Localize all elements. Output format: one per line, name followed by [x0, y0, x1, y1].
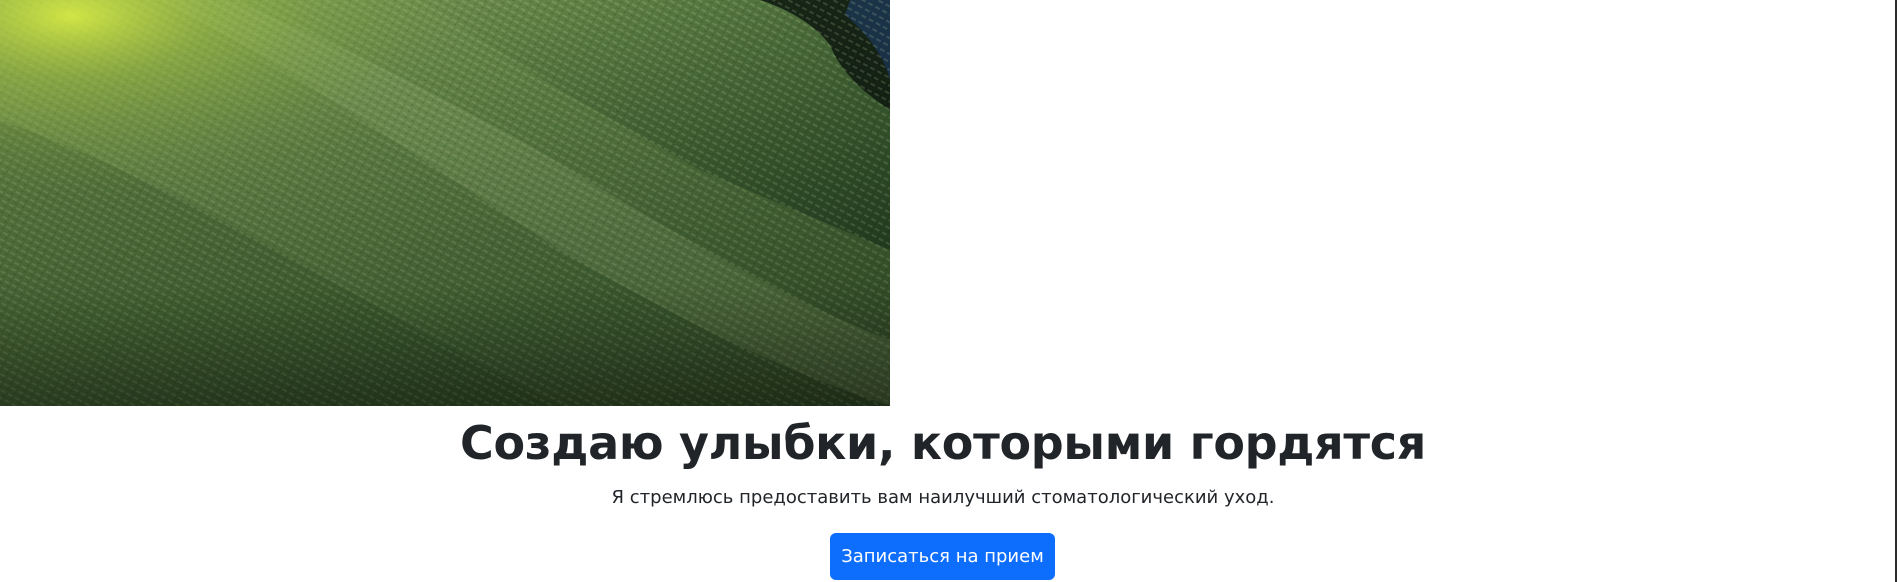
- hero-title: Создаю улыбки, которыми гордятся: [460, 416, 1426, 470]
- hero-subtitle: Я стремлюсь предоставить вам наилучший с…: [611, 487, 1275, 508]
- book-appointment-button[interactable]: Записаться на прием: [830, 533, 1055, 580]
- hero-image: [0, 0, 890, 406]
- page: Создаю улыбки, которыми гордятся Я стрем…: [0, 0, 1897, 582]
